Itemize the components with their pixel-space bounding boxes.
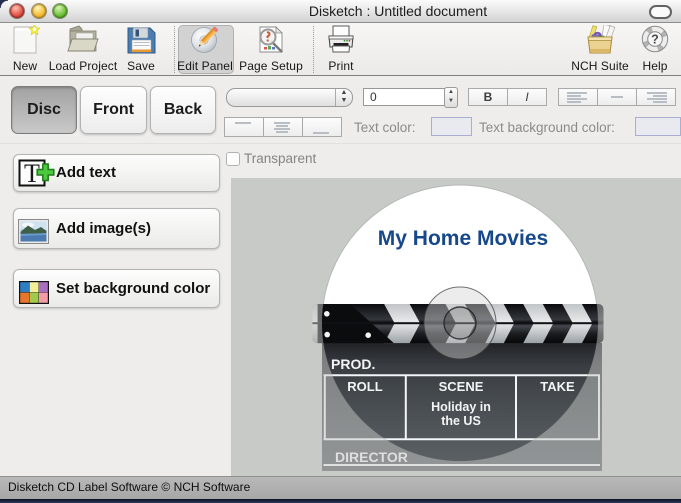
svg-text:?: ? xyxy=(651,33,659,47)
svg-text:My Home Movies: My Home Movies xyxy=(378,227,548,250)
